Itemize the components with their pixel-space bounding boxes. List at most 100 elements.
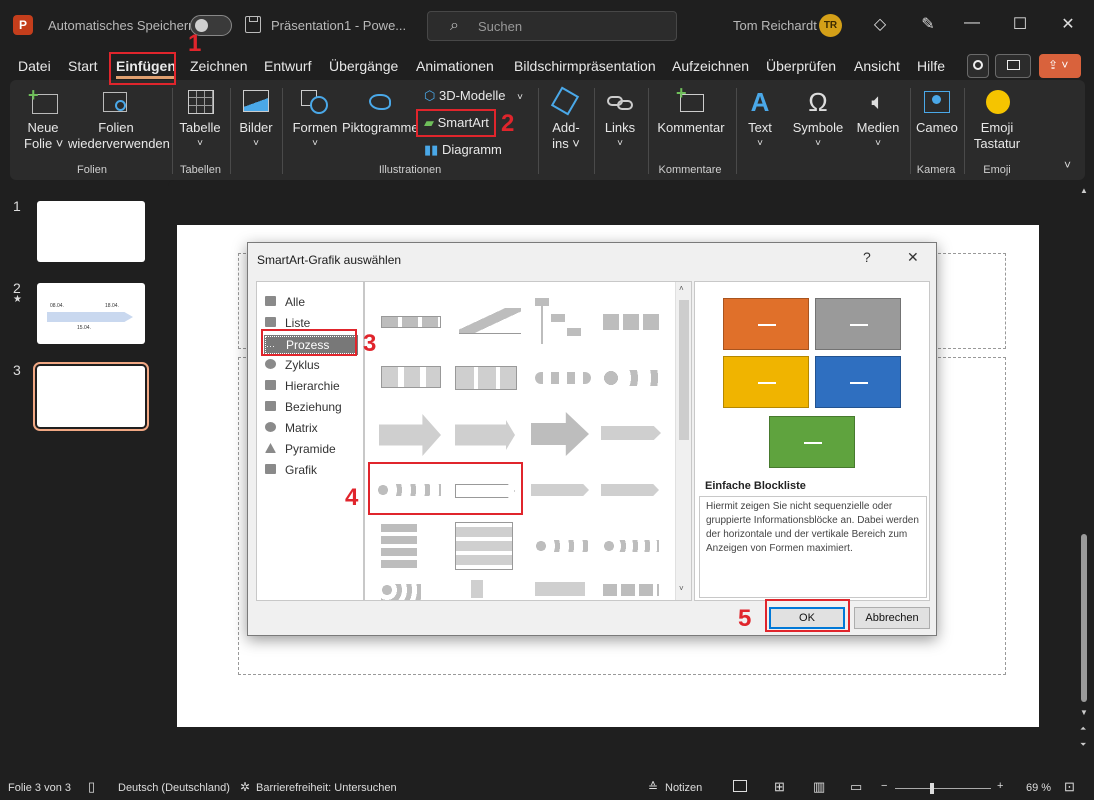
scroll-up-icon[interactable]: ▲ (1080, 186, 1088, 195)
ribbon-collapse-icon[interactable]: ˅ (1064, 158, 1071, 172)
slide-thumbnail-2[interactable]: 08.04. 18.04. 15.04. (37, 283, 145, 344)
pictures-button[interactable]: Bilder ˅ (236, 88, 276, 152)
help-button[interactable]: ? (863, 249, 871, 265)
layout-thumbnail[interactable] (371, 352, 451, 408)
layout-thumbnail[interactable] (531, 296, 611, 352)
emoji-keyboard-button[interactable]: Emoji Tastatur (972, 88, 1022, 152)
layout-thumbnail[interactable] (451, 296, 531, 352)
scroll-down-icon[interactable]: ▼ (1080, 708, 1088, 717)
shapes-button[interactable]: Formen ˅ (290, 88, 340, 152)
gallery-scroll-thumb[interactable] (679, 300, 689, 440)
layout-thumbnail[interactable] (531, 520, 611, 576)
category-grafik[interactable]: Grafik (265, 462, 357, 480)
text-dropdown-icon: ˅ (757, 138, 763, 149)
slide-sorter-icon[interactable]: ⊞ (774, 779, 785, 795)
tab-zeichnen[interactable]: Zeichnen (190, 58, 248, 74)
avatar[interactable]: TR (819, 14, 842, 37)
comment-button[interactable]: + Kommentar (654, 84, 728, 136)
search-input[interactable]: ⌕ Suchen (427, 11, 677, 41)
zoom-out-icon[interactable]: − (881, 780, 887, 792)
spellcheck-icon[interactable]: ▯ (88, 779, 95, 795)
record-button[interactable] (967, 54, 989, 78)
reuse-slides-button[interactable]: Folien wiederverwenden (68, 88, 170, 152)
layout-thumbnail[interactable] (531, 464, 611, 520)
minimize-icon[interactable]: — (962, 14, 982, 32)
layout-thumbnail[interactable] (601, 520, 681, 576)
slide-thumbnail-3[interactable] (33, 362, 149, 431)
gallery-scroll-up-icon[interactable]: ˄ (679, 284, 684, 293)
prev-slide-icon[interactable]: ⏶ (1080, 724, 1086, 734)
tab-ansicht[interactable]: Ansicht (854, 58, 900, 74)
table-button[interactable]: Tabelle ˅ (178, 88, 222, 152)
tab-bildschirmpraesentation[interactable]: Bildschirmpräsentation (514, 58, 656, 74)
powerpoint-app-icon[interactable]: P (13, 15, 33, 35)
layout-thumbnail[interactable] (531, 352, 611, 408)
category-pyramide[interactable]: Pyramide (265, 441, 357, 459)
tab-ueberpruefen[interactable]: Überprüfen (766, 58, 836, 74)
layout-thumbnail[interactable] (451, 520, 531, 576)
comments-button[interactable] (995, 54, 1031, 78)
tab-animationen[interactable]: Animationen (416, 58, 494, 74)
chart-button[interactable]: ▮▮ Diagramm (424, 142, 502, 158)
accessibility-button[interactable]: Barrierefreiheit: Untersuchen (256, 782, 397, 794)
next-slide-icon[interactable]: ⏷ (1080, 740, 1086, 750)
slide-thumbnail-1[interactable] (37, 201, 145, 262)
tab-uebergaenge[interactable]: Übergänge (329, 58, 398, 74)
dialog-close-button[interactable]: ✕ (907, 249, 919, 266)
zoom-slider-thumb[interactable] (930, 783, 934, 794)
category-zyklus[interactable]: Zyklus (265, 357, 357, 375)
normal-view-icon[interactable] (733, 780, 747, 792)
category-hierarchie[interactable]: Hierarchie (265, 378, 357, 396)
layout-thumbnail[interactable] (531, 408, 611, 464)
layout-thumbnail[interactable] (601, 352, 681, 408)
scrollbar-thumb[interactable] (1081, 534, 1087, 702)
tab-entwurf[interactable]: Entwurf (264, 58, 311, 74)
links-button[interactable]: Links ˅ (600, 88, 640, 152)
vertical-scrollbar[interactable]: ▲ ▼ ⏶ ⏷ (1076, 184, 1092, 770)
diamond-icon[interactable]: ◇ (870, 14, 890, 34)
reading-view-icon[interactable]: ▥ (813, 779, 825, 795)
layout-thumbnail[interactable] (601, 296, 681, 352)
pen-icon[interactable]: ✎ (918, 14, 938, 34)
layout-thumbnail[interactable] (371, 576, 451, 600)
text-button[interactable]: A Text ˅ (740, 88, 780, 152)
gallery-scroll-down-icon[interactable]: ˅ (679, 584, 684, 593)
notes-button[interactable]: Notizen (665, 782, 702, 794)
layout-thumbnail[interactable] (371, 520, 451, 576)
symbols-button[interactable]: Ω Symbole ˅ (790, 88, 846, 152)
layout-thumbnail[interactable] (451, 576, 531, 600)
3d-models-button[interactable]: ⬡ 3D-Modelle ˅ (424, 88, 523, 104)
category-alle[interactable]: Alle (265, 294, 357, 312)
layout-thumbnail[interactable] (601, 408, 681, 464)
category-matrix[interactable]: Matrix (265, 420, 357, 438)
tab-start[interactable]: Start (68, 58, 98, 74)
addins-button[interactable]: Add- ins ˅ (546, 86, 586, 152)
new-slide-button[interactable]: + Neue Folie ˅ (24, 86, 63, 152)
maximize-icon[interactable]: ☐ (1010, 14, 1030, 34)
layout-thumbnail[interactable] (601, 464, 681, 520)
layout-thumbnail[interactable] (451, 352, 531, 408)
tab-hilfe[interactable]: Hilfe (917, 58, 945, 74)
layout-thumbnail[interactable] (371, 408, 451, 464)
slideshow-icon[interactable]: ▭ (850, 779, 862, 795)
layout-thumbnail[interactable] (371, 296, 451, 352)
gallery-scrollbar[interactable]: ˄ ˅ (675, 282, 691, 600)
language-indicator[interactable]: Deutsch (Deutschland) (118, 782, 230, 794)
fit-to-window-icon[interactable]: ⊡ (1064, 779, 1075, 795)
media-button[interactable]: 🔈︎ Medien ˅ (854, 88, 902, 152)
category-beziehung[interactable]: Beziehung (265, 399, 357, 417)
share-button[interactable]: ⇪ ˅ (1039, 54, 1081, 78)
zoom-slider[interactable] (895, 783, 991, 794)
save-icon[interactable] (245, 16, 261, 33)
cancel-button[interactable]: Abbrechen (854, 607, 930, 629)
tab-datei[interactable]: Datei (18, 58, 51, 74)
layout-thumbnail[interactable] (451, 408, 531, 464)
tab-aufzeichnen[interactable]: Aufzeichnen (672, 58, 749, 74)
layout-thumbnail[interactable] (531, 576, 611, 600)
close-icon[interactable]: ✕ (1058, 14, 1078, 34)
zoom-in-icon[interactable]: + (997, 780, 1003, 792)
cameo-button[interactable]: Cameo (916, 88, 958, 136)
layout-thumbnail[interactable] (601, 576, 681, 600)
zoom-level[interactable]: 69 % (1026, 782, 1051, 794)
icons-button[interactable]: Piktogramme (342, 88, 419, 136)
